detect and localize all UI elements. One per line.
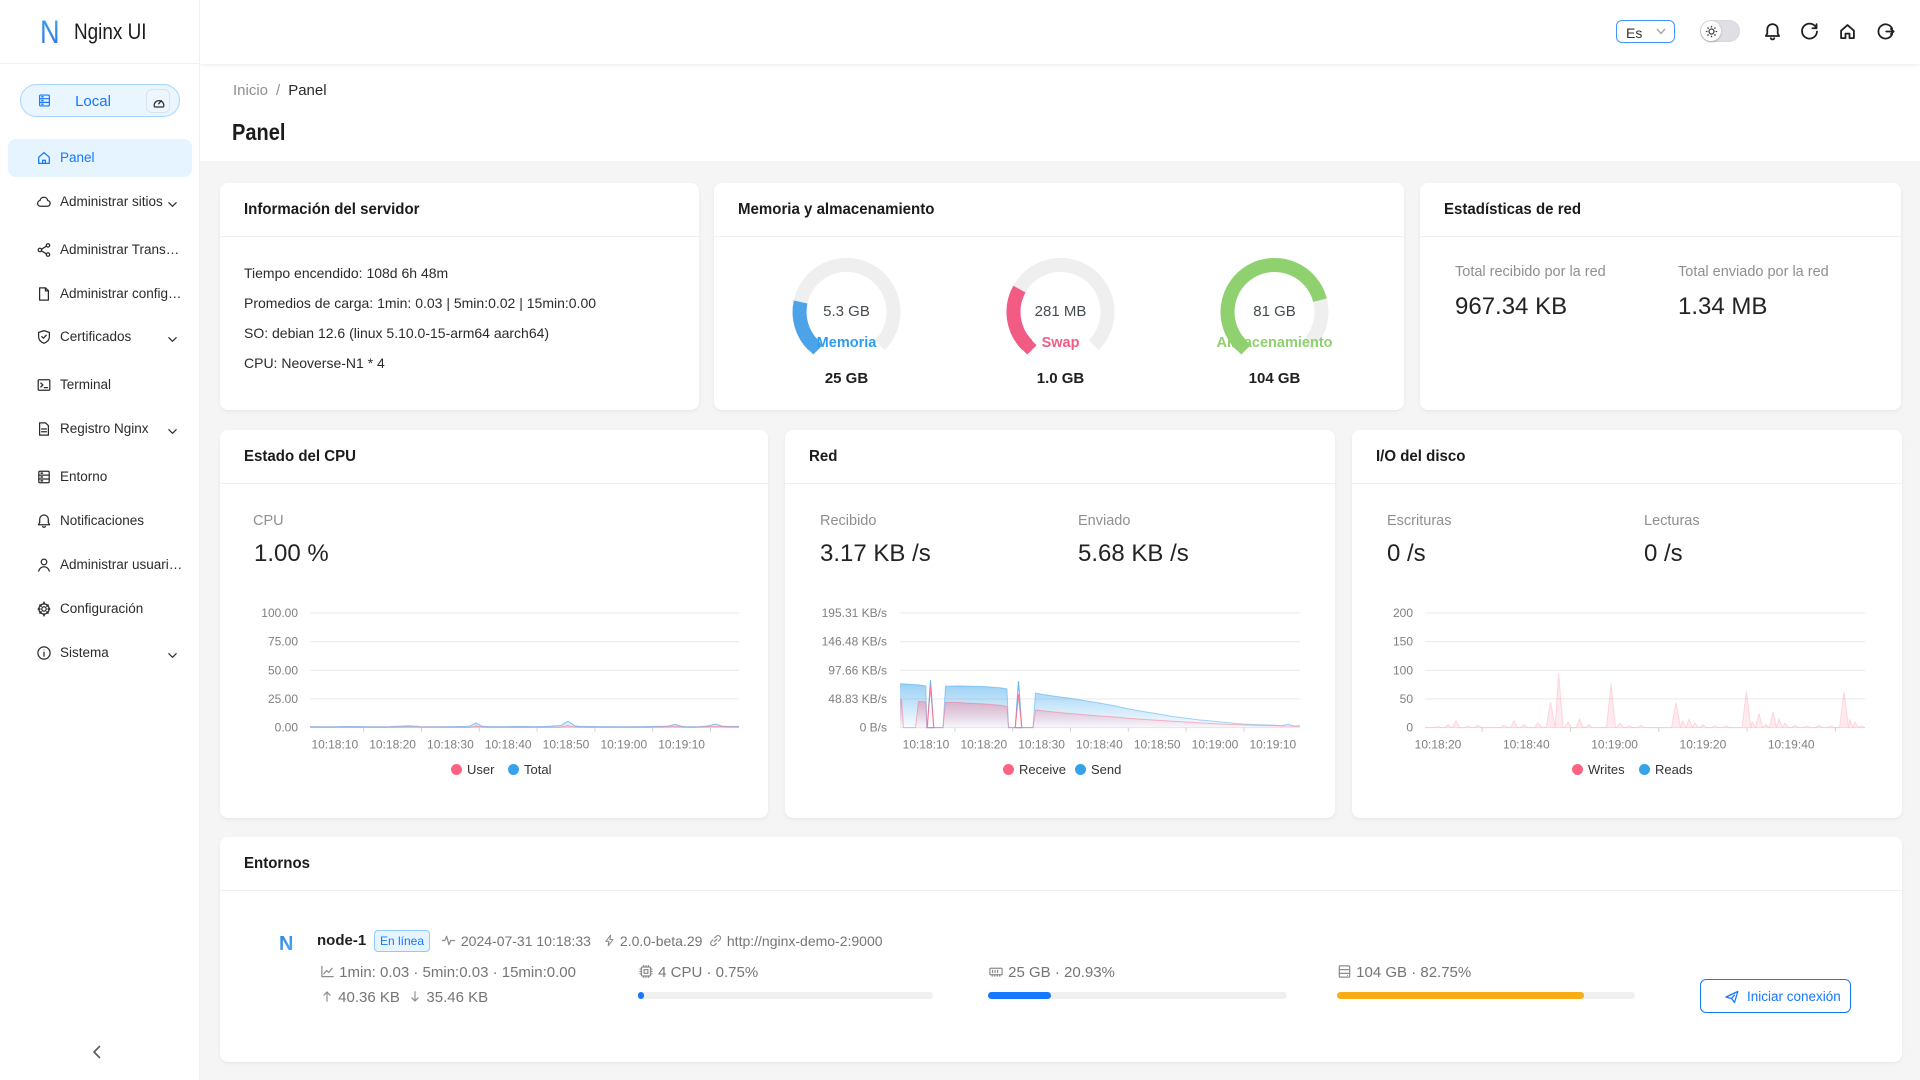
svg-text:0: 0: [1406, 721, 1413, 735]
svg-text:10:18:20: 10:18:20: [369, 738, 416, 752]
svg-text:50.00: 50.00: [268, 663, 298, 677]
svg-text:10:18:30: 10:18:30: [427, 738, 474, 752]
svg-text:10:18:20: 10:18:20: [960, 738, 1007, 752]
svg-text:100.00: 100.00: [261, 606, 298, 620]
svg-text:10:18:40: 10:18:40: [1503, 738, 1550, 752]
svg-text:150: 150: [1393, 635, 1413, 649]
svg-text:195.31 KB/s: 195.31 KB/s: [822, 606, 887, 620]
svg-text:10:19:10: 10:19:10: [1249, 738, 1296, 752]
svg-text:10:18:20: 10:18:20: [1415, 738, 1462, 752]
svg-text:50: 50: [1400, 692, 1414, 706]
svg-text:10:19:40: 10:19:40: [1768, 738, 1815, 752]
svg-text:200: 200: [1393, 606, 1413, 620]
svg-text:48.83 KB/s: 48.83 KB/s: [828, 692, 887, 706]
svg-text:10:18:10: 10:18:10: [903, 738, 950, 752]
svg-text:146.48 KB/s: 146.48 KB/s: [822, 635, 887, 649]
svg-text:0.00: 0.00: [275, 721, 299, 735]
svg-text:10:19:00: 10:19:00: [1591, 738, 1638, 752]
svg-text:10:19:10: 10:19:10: [658, 738, 705, 752]
svg-text:10:18:50: 10:18:50: [543, 738, 590, 752]
svg-text:10:18:50: 10:18:50: [1134, 738, 1181, 752]
svg-text:10:18:40: 10:18:40: [1076, 738, 1123, 752]
svg-text:100: 100: [1393, 663, 1413, 677]
svg-text:10:18:10: 10:18:10: [311, 738, 358, 752]
svg-text:0 B/s: 0 B/s: [860, 721, 887, 735]
svg-text:97.66 KB/s: 97.66 KB/s: [828, 663, 887, 677]
svg-text:75.00: 75.00: [268, 635, 298, 649]
svg-text:10:19:00: 10:19:00: [600, 738, 647, 752]
svg-text:10:18:30: 10:18:30: [1018, 738, 1065, 752]
svg-text:10:18:40: 10:18:40: [485, 738, 532, 752]
svg-text:10:19:20: 10:19:20: [1680, 738, 1727, 752]
svg-text:25.00: 25.00: [268, 692, 298, 706]
svg-text:10:19:00: 10:19:00: [1192, 738, 1239, 752]
